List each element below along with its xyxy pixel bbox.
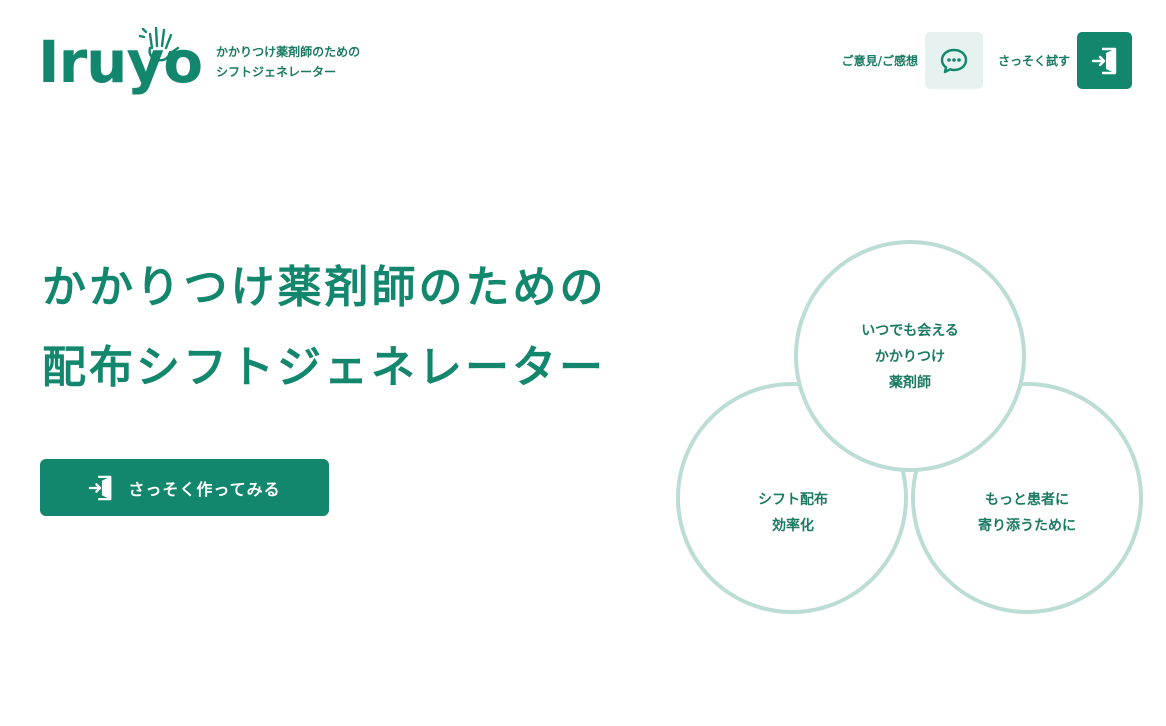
- try-label[interactable]: さっそく試す: [998, 52, 1070, 69]
- venn-left-text: シフト配布 効率化: [693, 487, 893, 539]
- venn-top-line-2: かかりつけ: [874, 349, 946, 365]
- hero-title-line-1: かかりつけ薬剤師のための: [42, 262, 607, 313]
- feedback-button[interactable]: [924, 32, 983, 89]
- venn-top-line-3: 薬剤師: [889, 375, 931, 391]
- header-actions: ご意見/ご感想 さっそく試す: [842, 32, 1132, 89]
- logo-tagline: かかりつけ薬剤師のための シフトジェネレーター: [216, 42, 360, 82]
- venn-top-line-1: いつでも会える: [861, 323, 959, 339]
- logo-wordmark: Iruyo: [38, 22, 208, 100]
- logo[interactable]: Iruyo かかりつけ薬剤師のための シフトジェネレーター: [38, 22, 360, 100]
- start-creating-button[interactable]: さっそく作ってみる: [40, 459, 329, 516]
- logo-text: Iruyo: [38, 28, 203, 96]
- tagline-line-2: シフトジェネレーター: [216, 65, 337, 79]
- try-button[interactable]: [1077, 32, 1132, 89]
- enter-door-icon: [1091, 47, 1116, 74]
- venn-top-text: いつでも会える かかりつけ 薬剤師: [810, 318, 1010, 396]
- venn-left-line-2: 効率化: [772, 518, 814, 534]
- hero-title: かかりつけ薬剤師のための 配布シフトジェネレーター: [42, 248, 606, 408]
- start-creating-label: さっそく作ってみる: [128, 479, 281, 499]
- enter-door-icon: [89, 475, 112, 500]
- tagline-line-1: かかりつけ薬剤師のための: [216, 45, 361, 59]
- hero-title-line-2: 配布シフトジェネレーター: [42, 342, 606, 393]
- chat-bubble-icon: [940, 48, 968, 73]
- venn-right-line-1: もっと患者に: [985, 492, 1069, 508]
- venn-right-text: もっと患者に 寄り添うために: [927, 487, 1127, 539]
- venn-left-line-1: シフト配布: [758, 492, 828, 508]
- venn-right-line-2: 寄り添うために: [978, 518, 1076, 534]
- feedback-label[interactable]: ご意見/ご感想: [842, 52, 918, 69]
